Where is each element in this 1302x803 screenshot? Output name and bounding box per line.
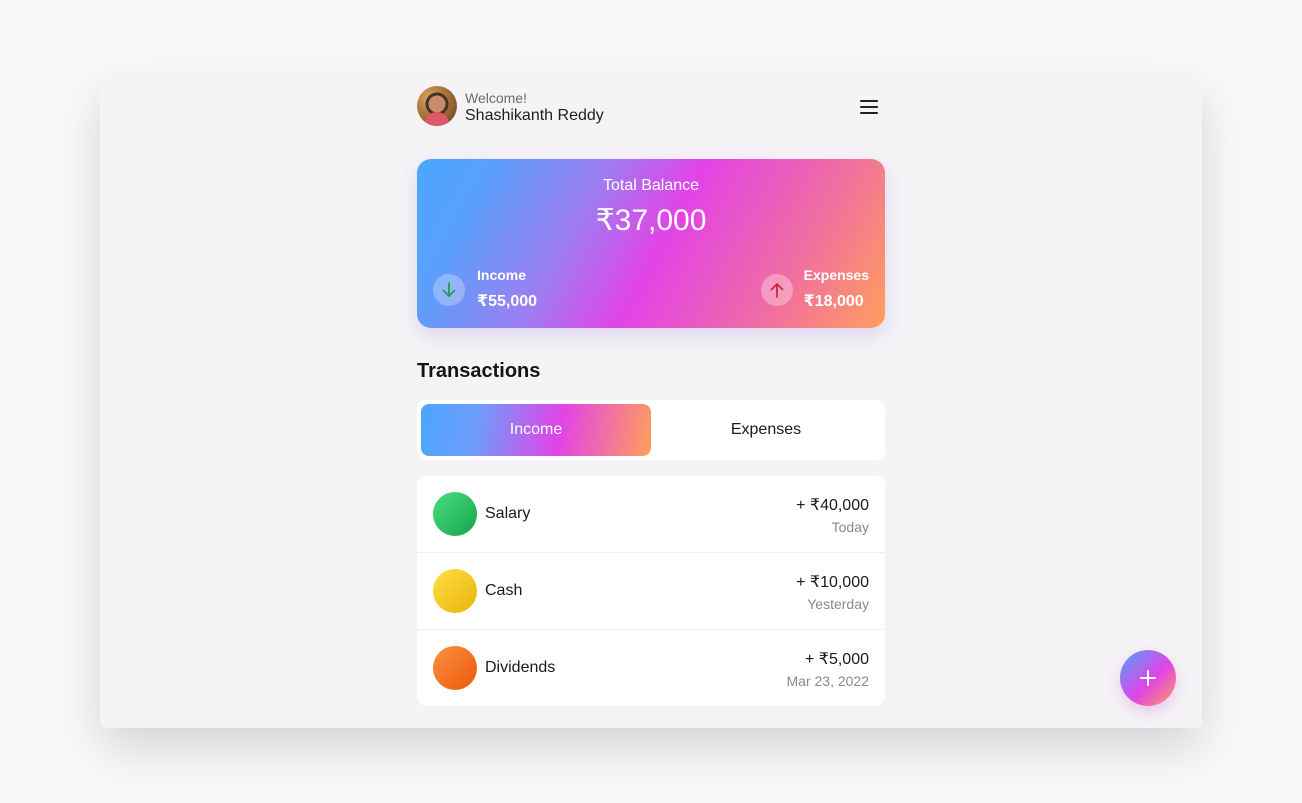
- tab-expenses[interactable]: Expenses: [651, 404, 881, 456]
- income-value: ₹55,000: [477, 293, 538, 310]
- expenses-label: Expenses: [803, 267, 869, 283]
- category-icon: [433, 492, 477, 536]
- transaction-name: Dividends: [485, 659, 556, 676]
- avatar[interactable]: [417, 86, 457, 126]
- arrow-up-icon: [761, 274, 793, 306]
- transaction-date: Mar 23, 2022: [786, 673, 870, 689]
- transaction-date: Yesterday: [807, 596, 869, 612]
- transaction-date: Today: [831, 519, 869, 535]
- welcome-text: Welcome!: [465, 90, 527, 106]
- transaction-name: Salary: [485, 505, 531, 522]
- category-icon: [433, 646, 477, 690]
- plus-icon: [1140, 670, 1156, 686]
- transactions-title: Transactions: [417, 360, 541, 382]
- hamburger-menu-icon[interactable]: [853, 96, 885, 118]
- expenses-value: ₹18,000: [803, 293, 864, 310]
- balance-card: Total Balance ₹37,000 Income ₹55,000 Exp…: [417, 159, 885, 328]
- transaction-tabs: Income Expenses: [417, 400, 885, 460]
- transaction-amount: + ₹10,000: [796, 574, 869, 591]
- tab-income[interactable]: Income: [421, 404, 651, 456]
- list-item[interactable]: Dividends + ₹5,000 Mar 23, 2022: [417, 630, 885, 706]
- expenses-summary: Expenses ₹18,000: [761, 267, 869, 311]
- transaction-amount: + ₹40,000: [796, 497, 869, 514]
- transaction-name: Cash: [485, 582, 523, 599]
- header: Welcome! Shashikanth Reddy: [417, 86, 885, 128]
- user-name: Shashikanth Reddy: [465, 107, 604, 124]
- arrow-down-icon: [433, 274, 465, 306]
- transaction-list: Salary + ₹40,000 Today Cash + ₹10,000 Ye…: [417, 476, 885, 706]
- list-item[interactable]: Salary + ₹40,000 Today: [417, 476, 885, 553]
- total-balance-label: Total Balance: [602, 177, 700, 194]
- transaction-amount: + ₹5,000: [804, 651, 869, 668]
- list-item[interactable]: Cash + ₹10,000 Yesterday: [417, 553, 885, 630]
- total-balance-amount: ₹37,000: [595, 204, 707, 237]
- income-label: Income: [477, 267, 527, 283]
- add-transaction-button[interactable]: [1120, 650, 1176, 706]
- app-window: Welcome! Shashikanth Reddy Total Balance…: [100, 76, 1202, 728]
- category-icon: [433, 569, 477, 613]
